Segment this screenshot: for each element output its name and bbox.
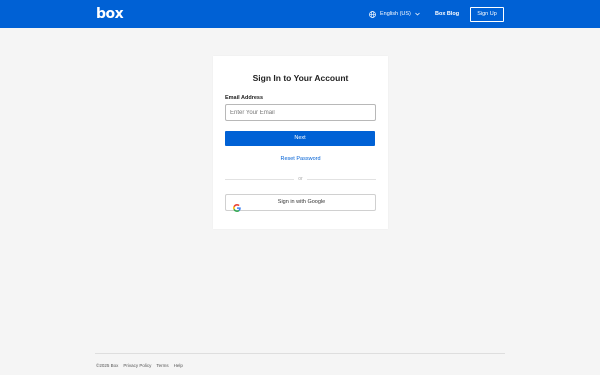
- box-logo[interactable]: box: [96, 5, 124, 23]
- google-sign-in-button[interactable]: Sign in with Google: [225, 194, 376, 212]
- sign-in-card: Sign In to Your Account Email Address Ne…: [213, 56, 388, 229]
- language-label: English (US): [380, 11, 411, 17]
- terms-link[interactable]: Terms: [156, 362, 168, 369]
- copyright-text: ©2025 Box: [96, 363, 119, 368]
- box-blog-link[interactable]: Box Blog: [435, 9, 459, 19]
- privacy-policy-link[interactable]: Privacy Policy: [123, 362, 151, 369]
- next-button[interactable]: Next: [225, 131, 375, 146]
- divider-or-text: or: [298, 176, 303, 182]
- chevron-down-icon: [415, 12, 420, 16]
- help-link[interactable]: Help: [174, 362, 183, 369]
- sign-up-button[interactable]: Sign Up: [470, 7, 504, 22]
- footer: ©2025 Box Privacy Policy Terms Help: [96, 362, 183, 369]
- email-field[interactable]: [225, 104, 376, 121]
- page-title: Sign In to Your Account: [252, 73, 349, 83]
- divider-line-right: [307, 179, 376, 180]
- globe-icon: [369, 10, 376, 18]
- top-navigation-bar: box English (US) Box Blog Sign Up: [0, 0, 600, 28]
- language-selector[interactable]: English (US): [369, 8, 420, 20]
- google-button-label: Sign in with Google: [277, 199, 326, 205]
- reset-password-link[interactable]: Reset Password: [213, 156, 388, 162]
- divider-line-left: [225, 179, 294, 180]
- email-label: Email Address: [225, 95, 264, 101]
- footer-divider: [95, 353, 505, 354]
